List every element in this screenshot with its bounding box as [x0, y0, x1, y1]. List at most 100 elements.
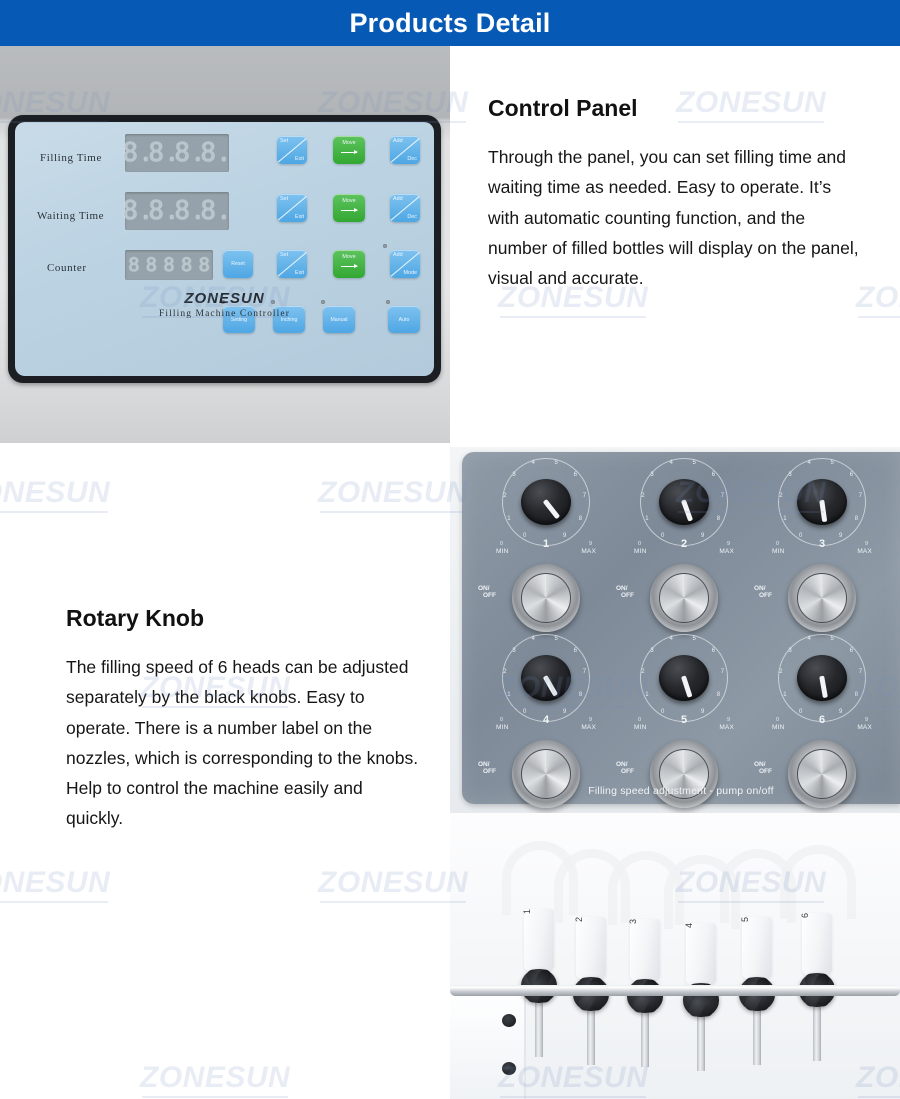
dial-scale-number: 1: [645, 692, 649, 698]
nozzle-body: [630, 919, 660, 981]
knob-pointer: [819, 499, 828, 523]
knob-max-label: MAX: [581, 548, 596, 555]
button-reset[interactable]: Reset: [223, 250, 253, 278]
knob-min-label: MIN: [634, 724, 647, 731]
knob-cap[interactable]: [521, 655, 571, 701]
knob-min-value: 0: [638, 541, 642, 547]
rotary-dial[interactable]: 01234567892: [632, 456, 736, 550]
control-panel-text-block: Control Panel Through the panel, you can…: [450, 46, 900, 443]
machine-knob-icon: [502, 1062, 516, 1075]
knob-min-value: 0: [776, 541, 780, 547]
dial-scale-number: 6: [711, 472, 715, 479]
pump-toggle-button[interactable]: [512, 740, 580, 808]
knob-minmax: 0 9 MIN MAX: [494, 541, 598, 560]
controller-bezel: Filling Time Waiting Time Counter 8. 8. …: [8, 115, 441, 383]
button-label-dec: Dec: [407, 156, 417, 162]
button-add-dec[interactable]: Add Dec: [390, 194, 420, 222]
rotary-dial[interactable]: 01234567894: [494, 632, 598, 726]
seg-digit: 8: [145, 254, 158, 276]
dial-scale-number: 5: [554, 635, 558, 642]
button-move[interactable]: Move: [333, 136, 365, 164]
filling-nozzle-4: 4: [682, 923, 720, 1071]
knob-min-label: MIN: [634, 548, 647, 555]
pump-toggle-button[interactable]: [650, 740, 718, 808]
pump-button-area: ON/OFF: [754, 736, 886, 813]
section-body-rotary-knob: The filling speed of 6 heads can be adju…: [66, 657, 419, 829]
knob-max-label: MAX: [581, 724, 596, 731]
seg-digit: 8.: [148, 196, 180, 226]
seg-digit: 8.: [122, 138, 154, 168]
section-title-control-panel: Control Panel: [488, 95, 638, 121]
knob-pointer: [819, 675, 828, 699]
knob-pointer: [542, 499, 561, 520]
knob-cap[interactable]: [659, 655, 709, 701]
button-move[interactable]: Move: [333, 250, 365, 278]
pump-onoff-label: ON/OFF: [478, 761, 496, 775]
button-label-add: Add: [393, 138, 403, 144]
dial-scale-number: 1: [645, 516, 649, 522]
knob-unit-1: 0 1 2 3 4 5 6 7 8 9 1 0 9 MIN MAX ON/OFF: [478, 456, 610, 644]
label-filling-time: Filling Time: [40, 152, 102, 164]
seg-digit: 8: [163, 254, 175, 276]
knob-max-value: 9: [588, 717, 592, 723]
filling-nozzle-5: 5: [738, 917, 776, 1065]
dial-scale-number: 5: [554, 459, 558, 466]
knob-unit-2: 0 1 2 3 4 5 6 7 8 9 2 0 9 MIN MAX ON/OFF: [616, 456, 748, 644]
knob-cap[interactable]: [797, 655, 847, 701]
section-control-panel: Filling Time Waiting Time Counter 8. 8. …: [0, 46, 900, 443]
dial-scale-number: 8: [854, 516, 859, 522]
dial-scale-number: 3: [512, 648, 516, 655]
button-label-exit: Exit: [295, 156, 304, 162]
knob-cap[interactable]: [797, 479, 847, 525]
knob-minmax: 0 9 MIN MAX: [770, 717, 874, 736]
dial-scale-number: 4: [669, 459, 673, 466]
dial-scale-number: 2: [503, 669, 507, 676]
knob-pointer: [680, 499, 694, 522]
dial-scale-number: 7: [582, 493, 587, 500]
pump-button-area: ON/OFF: [478, 736, 610, 813]
rotary-dial[interactable]: 01234567893: [770, 456, 874, 550]
dial-scale-number: 1: [783, 692, 787, 698]
seg-digit: 8.: [200, 138, 232, 168]
knob-max-label: MAX: [719, 548, 734, 555]
filling-nozzle-3: 3: [626, 918, 664, 1067]
section-body-control-panel: Through the panel, you can set filling t…: [488, 147, 859, 289]
filling-nozzle-2: 2: [572, 916, 610, 1065]
display-counter: 8 8 8 8 8: [125, 250, 213, 280]
knob-minmax: 0 9 MIN MAX: [632, 717, 736, 736]
button-label-dec: Dec: [407, 214, 417, 220]
knob-cap[interactable]: [659, 479, 709, 525]
pump-toggle-button[interactable]: [788, 740, 856, 808]
nozzle-number-label: 3: [628, 918, 638, 924]
rotary-dial[interactable]: 01234567891: [494, 456, 598, 550]
label-waiting-time: Waiting Time: [37, 210, 105, 222]
button-move[interactable]: Move: [333, 194, 365, 222]
dial-scale-number: 4: [807, 635, 811, 642]
button-label-set: Set: [280, 138, 289, 144]
knob-pointer: [542, 675, 559, 697]
rotary-dial[interactable]: 01234567895: [632, 632, 736, 726]
rotary-dial[interactable]: 01234567896: [770, 632, 874, 726]
button-set-exit[interactable]: Set Exit: [277, 250, 307, 278]
arrow-right-icon: [341, 264, 358, 268]
nozzle-number-label: 2: [574, 916, 584, 922]
nozzle-number-label: 6: [800, 912, 810, 918]
display-filling-time: 8. 8. 8. 8.: [122, 134, 232, 172]
button-label-add: Add: [393, 252, 403, 258]
button-add-mode[interactable]: Add Mode: [390, 250, 420, 278]
control-panel-photo: Filling Time Waiting Time Counter 8. 8. …: [0, 46, 450, 443]
button-set-exit[interactable]: Set Exit: [277, 194, 307, 222]
pump-toggle-button[interactable]: [788, 564, 856, 632]
button-add-dec[interactable]: Add Dec: [390, 136, 420, 164]
nozzle-body: [576, 917, 606, 979]
pump-toggle-button[interactable]: [512, 564, 580, 632]
button-set-exit[interactable]: Set Exit: [277, 136, 307, 164]
dial-scale-number: 4: [531, 459, 535, 466]
knob-cap[interactable]: [521, 479, 571, 525]
seg-digit: 8.: [148, 138, 180, 168]
pump-toggle-button[interactable]: [650, 564, 718, 632]
pump-onoff-label: ON/OFF: [616, 761, 634, 775]
nozzle-hose: [780, 845, 856, 919]
knob-max-label: MAX: [857, 724, 872, 731]
dial-scale-number: 2: [641, 493, 645, 500]
